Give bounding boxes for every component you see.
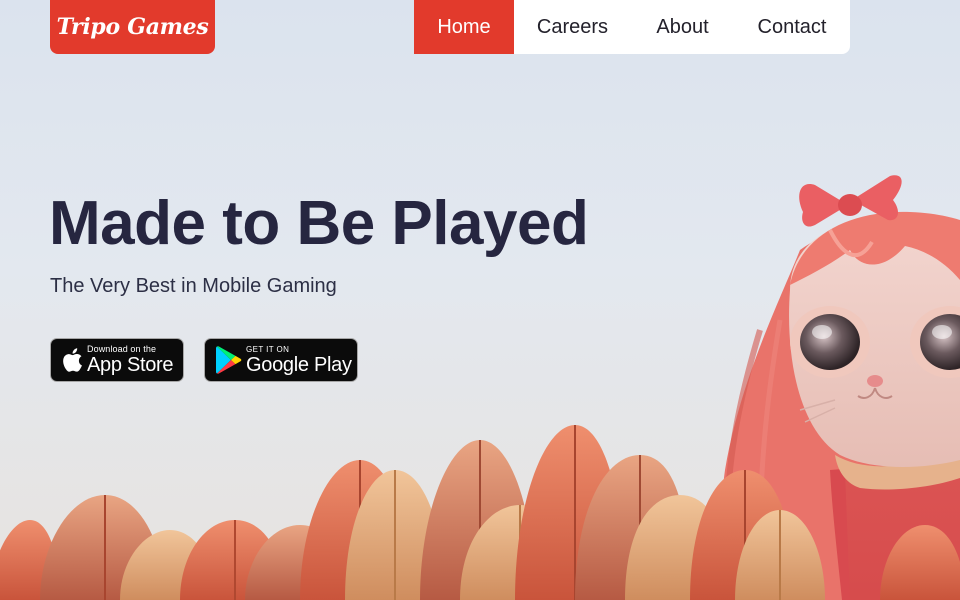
google-play-big-text: Google Play bbox=[246, 353, 352, 376]
nav-about[interactable]: About bbox=[631, 0, 734, 54]
hero-subheadline: The Very Best in Mobile Gaming bbox=[50, 275, 337, 297]
main-nav: Home Careers About Contact bbox=[414, 0, 850, 54]
nav-contact[interactable]: Contact bbox=[734, 0, 850, 54]
play-triangle-icon bbox=[212, 345, 246, 375]
nav-home[interactable]: Home bbox=[414, 0, 514, 54]
hero-illustration bbox=[0, 0, 960, 600]
nav-careers[interactable]: Careers bbox=[514, 0, 631, 54]
app-store-small-text: Download on the bbox=[87, 344, 157, 354]
google-play-small-text: GET IT ON bbox=[246, 344, 290, 354]
brand-logo-text: Tripo Games bbox=[56, 14, 209, 40]
app-store-badge[interactable]: Download on the App Store bbox=[50, 338, 184, 382]
app-store-big-text: App Store bbox=[87, 354, 174, 376]
hero-headline: Made to Be Played bbox=[49, 189, 589, 258]
brand-logo[interactable]: Tripo Games bbox=[50, 0, 215, 54]
apple-icon bbox=[57, 347, 87, 373]
google-play-badge[interactable]: GET IT ON Google Play bbox=[204, 338, 358, 382]
